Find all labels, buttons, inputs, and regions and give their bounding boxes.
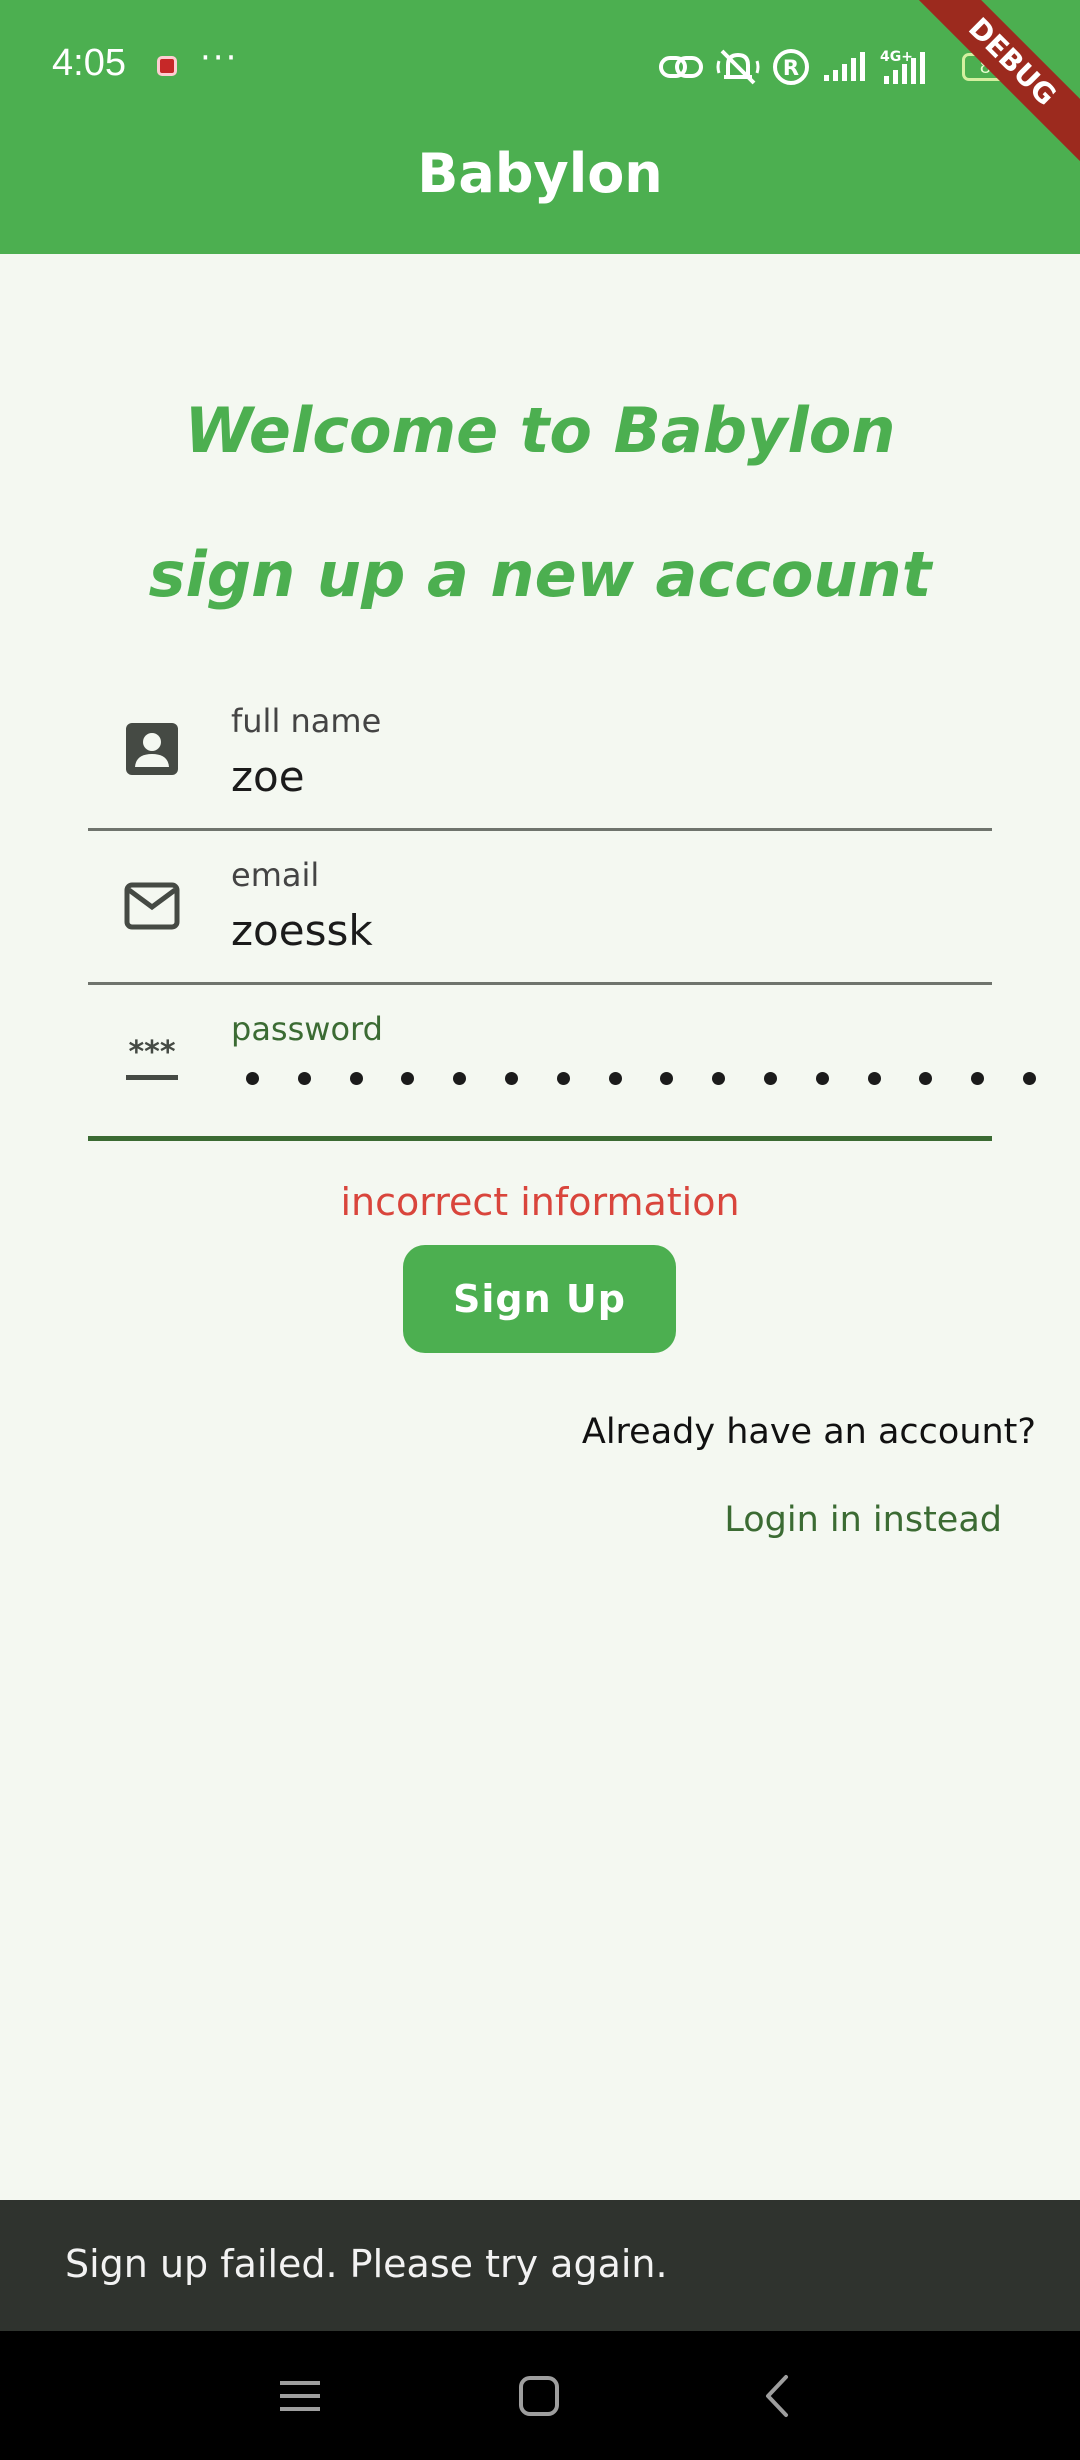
error-message: incorrect information — [340, 1180, 740, 1224]
login-instead-link[interactable]: Login in instead — [724, 1500, 1002, 1540]
password-input[interactable] — [246, 1072, 1036, 1085]
svg-text:R: R — [783, 56, 799, 80]
password-mask-dot — [660, 1072, 674, 1085]
password-mask-dot — [815, 1072, 829, 1085]
email-input[interactable]: zoessk — [231, 906, 373, 955]
password-mask-dot — [349, 1072, 363, 1085]
password-mask-dot — [297, 1072, 311, 1085]
password-mask-dot — [453, 1072, 467, 1085]
more-notifications-icon: ··· — [200, 38, 239, 78]
signal-4g-icon: 4G+ — [880, 49, 925, 84]
status-time: 4:05 — [52, 42, 126, 84]
status-bar: 4:05 ··· R 4G+ — [0, 0, 1080, 135]
email-label: email — [231, 856, 320, 894]
password-mask-dot — [919, 1072, 933, 1085]
password-mask-dot — [867, 1072, 881, 1085]
screen-record-icon — [157, 56, 177, 76]
registered-icon: R — [773, 49, 809, 85]
mute-bell-icon — [716, 49, 760, 85]
sign-up-button[interactable]: Sign Up — [403, 1245, 676, 1353]
password-mask-dot — [556, 1072, 570, 1085]
password-mask-dot — [504, 1072, 518, 1085]
svg-text:4G+: 4G+ — [880, 49, 913, 65]
signal-icon — [824, 52, 865, 81]
password-label: password — [231, 1010, 383, 1048]
back-icon[interactable] — [754, 2371, 804, 2421]
full-name-label: full name — [231, 702, 382, 740]
signup-subtitle: sign up a new account — [148, 538, 932, 611]
full-name-field[interactable]: full name zoe — [88, 680, 992, 831]
app-title: Babylon — [417, 142, 663, 205]
snackbar-message: Sign up failed. Please try again. — [65, 2242, 668, 2286]
account-box-icon — [126, 723, 178, 775]
home-icon[interactable] — [514, 2371, 564, 2421]
welcome-heading: Welcome to Babylon — [184, 394, 896, 467]
link-icon — [659, 56, 703, 78]
mail-icon — [124, 882, 180, 930]
svg-text:***: *** — [128, 1035, 175, 1070]
password-mask-dot — [246, 1072, 259, 1085]
system-nav-bar — [0, 2331, 1080, 2460]
password-mask-dot — [712, 1072, 726, 1085]
password-mask-dot — [608, 1072, 622, 1085]
email-field[interactable]: email zoessk — [88, 834, 992, 985]
app-bar: 4:05 ··· R 4G+ DEBUG Babylon — [0, 0, 1080, 254]
password-mask-dot — [971, 1072, 985, 1085]
password-mask-dot — [1022, 1072, 1036, 1085]
already-account-text: Already have an account? — [581, 1412, 1036, 1452]
password-mask-dot — [401, 1072, 415, 1085]
password-mask-dot — [763, 1072, 777, 1085]
status-icons: R 4G+ 88 — [658, 44, 1024, 90]
snackbar: Sign up failed. Please try again. — [0, 2200, 1080, 2331]
menu-icon[interactable] — [275, 2371, 325, 2421]
password-field[interactable]: *** password — [88, 988, 1036, 1141]
password-icon: *** — [126, 1035, 178, 1080]
full-name-input[interactable]: zoe — [231, 752, 305, 801]
